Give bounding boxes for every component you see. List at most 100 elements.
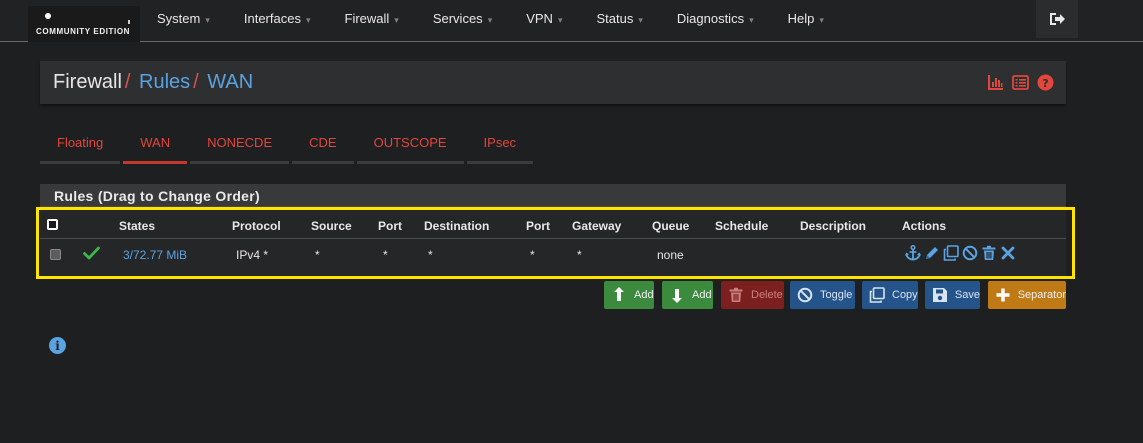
button-label: Add	[634, 289, 654, 301]
rule-destination: *	[428, 248, 433, 262]
button-label: Delete	[751, 289, 783, 301]
menu-system[interactable]: System ▾	[140, 0, 227, 38]
tab-nonecde[interactable]: NONECDE	[190, 130, 290, 164]
add-separator-button[interactable]: Separator	[988, 281, 1066, 309]
bar-chart-icon[interactable]	[987, 74, 1004, 91]
times-icon[interactable]	[1000, 245, 1016, 261]
info-circle-icon[interactable]: i	[49, 337, 66, 354]
top-navbar: COMMUNITY EDITION System ▾ Interfaces ▾ Fi…	[0, 0, 1143, 42]
rule-states-link[interactable]: 3/72.77 MiB	[123, 248, 187, 262]
svg-text:?: ?	[1042, 77, 1048, 90]
menu-label: Services	[432, 11, 483, 26]
rule-actions	[905, 245, 1016, 261]
caret-down-icon: ▾	[205, 15, 210, 25]
menu-services[interactable]: Services ▾	[416, 0, 509, 38]
menu-label: Status	[596, 11, 634, 26]
interface-tabs: Floating WAN NONECDE CDE OUTSCOPE IPsec	[40, 130, 536, 164]
button-label: Toggle	[820, 289, 853, 301]
rule-gateway: *	[577, 248, 582, 262]
floppy-disk-icon	[931, 286, 949, 304]
ban-icon	[796, 286, 814, 304]
menu-help[interactable]: Help ▾	[771, 0, 841, 38]
menu-diagnostics[interactable]: Diagnostics ▾	[660, 0, 771, 38]
anchor-icon[interactable]	[905, 245, 921, 261]
main-menu: System ▾ Interfaces ▾ Firewall ▾ Services ▾ …	[140, 0, 841, 38]
button-label: Copy	[892, 289, 918, 301]
column-header-destination-port[interactable]: Port	[526, 219, 550, 233]
logo-dot-icon	[45, 13, 51, 19]
delete-button[interactable]: Delete	[721, 281, 784, 309]
rule-select-checkbox[interactable]	[50, 249, 61, 260]
page-header: Firewall / Rules / WAN ?	[40, 61, 1066, 104]
copy-icon[interactable]	[943, 245, 959, 261]
menu-label: Interfaces	[243, 11, 301, 26]
menu-vpn[interactable]: VPN ▾	[509, 0, 579, 38]
pencil-icon[interactable]	[924, 245, 940, 261]
column-header-source[interactable]: Source	[311, 219, 352, 233]
breadcrumb-separator: /	[124, 71, 131, 93]
rule-protocol: IPv4 *	[236, 248, 269, 262]
add-bottom-button[interactable]: Add	[662, 281, 713, 309]
copy-button[interactable]: Copy	[862, 281, 918, 309]
check-icon[interactable]	[83, 246, 100, 263]
rule-source: *	[315, 248, 320, 262]
menu-interfaces[interactable]: Interfaces ▾	[227, 0, 328, 38]
tab-wan[interactable]: WAN	[123, 130, 188, 164]
header-icons: ?	[987, 74, 1054, 91]
tab-ipsec[interactable]: IPsec	[466, 130, 534, 164]
column-header-actions: Actions	[902, 219, 947, 233]
button-label: Save	[954, 289, 980, 301]
tab-outscope[interactable]: OUTSCOPE	[356, 130, 464, 164]
copy-icon	[868, 286, 886, 304]
brand-logo[interactable]: COMMUNITY EDITION	[28, 6, 140, 42]
row-divider	[40, 238, 1066, 239]
menu-firewall[interactable]: Firewall ▾	[328, 0, 416, 38]
save-button[interactable]: Save	[925, 281, 980, 309]
list-icon[interactable]	[1012, 74, 1029, 91]
plus-icon	[994, 286, 1012, 304]
rules-panel-title: Rules (Drag to Change Order)	[40, 184, 1066, 207]
breadcrumb: Firewall / Rules / WAN	[53, 71, 253, 94]
column-header-destination[interactable]: Destination	[424, 219, 489, 233]
rule-source-port: *	[383, 248, 388, 262]
breadcrumb-separator: /	[193, 71, 199, 93]
column-header-protocol[interactable]: Protocol	[232, 219, 281, 233]
menu-status[interactable]: Status ▾	[579, 0, 659, 38]
toggle-button[interactable]: Toggle	[790, 281, 855, 309]
column-header-states[interactable]: States	[119, 219, 155, 233]
rule-queue: none	[657, 248, 684, 262]
logo-mark-icon	[128, 20, 130, 24]
caret-down-icon: ▾	[305, 15, 311, 25]
column-header-queue[interactable]: Queue	[652, 219, 689, 233]
column-header-source-port[interactable]: Port	[378, 219, 402, 233]
breadcrumb-rules[interactable]: Rules	[139, 71, 190, 93]
tab-cde[interactable]: CDE	[292, 130, 354, 164]
sign-out-icon	[1050, 13, 1065, 25]
trash-icon[interactable]	[981, 245, 997, 261]
menu-label: VPN	[526, 11, 553, 26]
column-header-gateway[interactable]: Gateway	[572, 219, 621, 233]
caret-down-icon: ▾	[819, 15, 824, 25]
menu-label: System	[157, 11, 201, 26]
tab-floating[interactable]: Floating	[40, 130, 121, 164]
caret-down-icon: ▾	[394, 15, 399, 25]
column-header-schedule[interactable]: Schedule	[715, 219, 768, 233]
arrow-down-icon	[668, 286, 686, 304]
rule-buttons: Add Add Delete Toggle Copy Save Separato…	[0, 281, 1143, 309]
question-circle-icon[interactable]: ?	[1037, 74, 1054, 91]
menu-label: Firewall	[344, 11, 390, 26]
caret-down-icon: ▾	[749, 15, 754, 25]
breadcrumb-wan[interactable]: WAN	[207, 71, 253, 93]
add-top-button[interactable]: Add	[604, 281, 654, 309]
column-header-description[interactable]: Description	[800, 219, 866, 233]
button-label: Separator	[1017, 289, 1066, 301]
caret-down-icon: ▾	[638, 15, 643, 25]
ban-icon[interactable]	[962, 245, 978, 261]
select-all-checkbox[interactable]	[47, 219, 58, 230]
logout-button[interactable]	[1036, 0, 1078, 38]
rules-panel: Rules (Drag to Change Order) States Prot…	[40, 184, 1066, 276]
trash-icon	[727, 286, 745, 304]
menu-label: Help	[787, 11, 815, 26]
menu-label: Diagnostics	[676, 11, 745, 26]
caret-down-icon: ▾	[487, 15, 493, 25]
